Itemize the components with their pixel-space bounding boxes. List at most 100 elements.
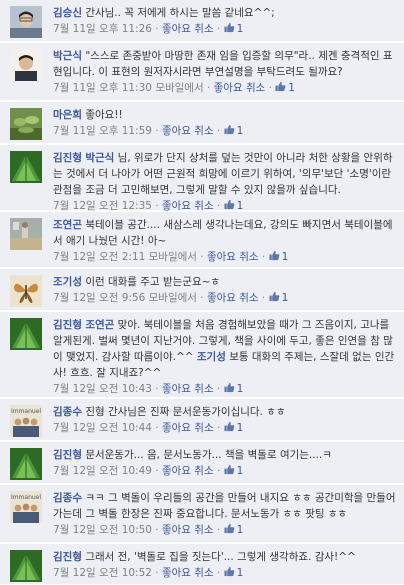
mention-link[interactable]: 조연곤	[85, 319, 114, 331]
comment-list: 김승신 간사님.. 꼭 저에게 하시는 말씀 같네요^^; 7월 11일 오후 …	[0, 0, 404, 585]
mention-link[interactable]: 조기성	[197, 351, 226, 363]
like-count[interactable]: 1	[224, 421, 243, 434]
comment-text: 김종수 진형 간사님은 진짜 문서운동가이십니다. ㅎㅎ	[53, 406, 286, 418]
comment-meta: 7월 12일 오전 10:50 · 좋아요 취소 · 1	[53, 523, 244, 536]
thumbs-up-icon	[224, 124, 235, 135]
thumbs-up-icon	[224, 523, 235, 534]
unlike-link[interactable]: 좋아요 취소	[162, 465, 214, 477]
timestamp[interactable]: 7월 12일 오전 10:44	[53, 422, 152, 434]
comment-text: 김진형 그래서 전, '벽돌로 집을 짓는다'... 그렇게 생각하죠. 감사!…	[53, 551, 356, 563]
comment-author[interactable]: 김진형	[53, 551, 82, 563]
unlike-link[interactable]: 좋아요 취소	[207, 251, 259, 263]
avatar[interactable]	[10, 6, 42, 38]
like-count[interactable]: 1	[224, 566, 243, 579]
comment-meta: 7월 12일 오전 10:52 · 좋아요 취소 · 1	[53, 566, 244, 579]
comment-meta: 7월 11일 오후 11:26 · 좋아요 취소 · 1	[53, 22, 244, 35]
avatar[interactable]	[10, 318, 42, 350]
like-count[interactable]: 1	[275, 81, 295, 94]
avatar[interactable]	[10, 151, 42, 183]
thumbs-up-icon	[224, 199, 235, 210]
butterfly-photo-icon	[10, 275, 42, 307]
avatar[interactable]	[10, 49, 42, 81]
avatar[interactable]	[10, 275, 42, 307]
person-photo-icon	[10, 49, 42, 81]
like-count[interactable]: 1	[269, 250, 288, 263]
comment-item: 마은희 좋아요!! 7월 11일 오후 11:59 · 좋아요 취소 · 1	[0, 102, 404, 144]
comment-author[interactable]: 박근식	[53, 50, 82, 62]
like-count[interactable]: 1	[224, 382, 243, 395]
timestamp[interactable]: 7월 11일 오후 11:30	[53, 82, 152, 94]
comment-text: 김진형 박근식 님, 위로가 단지 상처를 덮는 것만이 아니라 처한 상황을 …	[53, 152, 393, 196]
comment-author[interactable]: 김승신	[53, 7, 82, 19]
comment-author[interactable]: 김종수	[53, 406, 82, 418]
comment-meta: 7월 11일 오후 11:30 모바일에서 · 좋아요 취소 · 1	[53, 81, 295, 94]
like-count[interactable]: 1	[224, 22, 243, 35]
comment-text: 마은희 좋아요!!	[53, 109, 123, 121]
unlike-link[interactable]: 좋아요 취소	[214, 82, 266, 94]
avatar[interactable]	[10, 108, 42, 140]
comment-text: 김진형 조연곤 맞아. 북테이블을 처음 경험해보았을 때가 그 즈음이지, 고…	[53, 319, 395, 379]
group-photo-caption: Immanuel	[11, 494, 41, 501]
like-count[interactable]: 1	[224, 124, 243, 137]
leaf-photo-icon	[10, 318, 42, 350]
timestamp[interactable]: 7월 11일 오후 11:59	[53, 125, 152, 137]
like-count[interactable]: 1	[224, 464, 243, 477]
like-count[interactable]: 1	[224, 199, 243, 212]
plant-photo-icon	[10, 108, 42, 140]
unlike-link[interactable]: 좋아요 취소	[162, 524, 214, 536]
comment-item: 김진형 조연곤 맞아. 북테이블을 처음 경험해보았을 때가 그 즈음이지, 고…	[0, 312, 404, 398]
unlike-link[interactable]: 좋아요 취소	[162, 125, 214, 137]
unlike-link[interactable]: 좋아요 취소	[162, 422, 214, 434]
comment-text: 김승신 간사님.. 꼭 저에게 하시는 말씀 같네요^^;	[53, 7, 275, 19]
thumbs-up-icon	[269, 250, 279, 261]
timestamp[interactable]: 7월 12일 오전 10:49	[53, 465, 152, 477]
comment-meta: 7월 12일 오전 10:44 · 좋아요 취소 · 1	[53, 421, 244, 434]
comment-author[interactable]: 김종수	[53, 492, 82, 504]
like-count[interactable]: 1	[224, 523, 243, 536]
unlike-link[interactable]: 좋아요 취소	[162, 567, 214, 579]
timestamp[interactable]: 7월 12일 오전 10:52	[53, 567, 152, 579]
comment-author[interactable]: 조기성	[53, 276, 82, 288]
comment-item: 김승신 간사님.. 꼭 저에게 하시는 말씀 같네요^^; 7월 11일 오후 …	[0, 0, 404, 42]
group-photo-icon: Immanuel	[10, 405, 42, 437]
comment-author[interactable]: 조연곤	[53, 219, 82, 231]
comment-item: 조연곤 북테이블 공간.... 새삼스레 생각나는데요, 강의도 빠지면서 북테…	[0, 212, 404, 268]
unlike-link[interactable]: 좋아요 취소	[207, 292, 259, 304]
mention-link[interactable]: 박근식	[85, 152, 114, 164]
thumbs-up-icon	[224, 566, 235, 577]
avatar[interactable]: Immanuel	[10, 405, 42, 437]
group-photo-icon: Immanuel	[10, 491, 42, 523]
comment-text: 박근식 "스스로 존중받아 마땅한 존재 임을 입증할 의무"라.. 제겐 충격…	[53, 50, 393, 78]
comment-author[interactable]: 김진형	[53, 449, 82, 461]
unlike-link[interactable]: 좋아요 취소	[162, 383, 214, 395]
comment-item: 김진형 그래서 전, '벽돌로 집을 짓는다'... 그렇게 생각하죠. 감사!…	[0, 544, 404, 585]
avatar[interactable]: Immanuel	[10, 491, 42, 523]
thumbs-up-icon	[269, 291, 279, 302]
via-label: 모바일에서	[148, 292, 197, 304]
comment-item: 김진형 박근식 님, 위로가 단지 상처를 덮는 것만이 아니라 처한 상황을 …	[0, 145, 404, 212]
comment-author[interactable]: 마은희	[53, 109, 82, 121]
comment-item: Immanuel 김종수 ㅋㅋ 그 벽돌이 우리들의 공간을 만들어 내지요 ㅎ…	[0, 485, 404, 543]
comment-item: 박근식 "스스로 존중받아 마땅한 존재 임을 입증할 의무"라.. 제겐 충격…	[0, 43, 404, 101]
leaf-photo-icon	[10, 151, 42, 183]
comment-author[interactable]: 김진형	[53, 152, 82, 164]
room-photo-icon	[10, 218, 42, 250]
timestamp[interactable]: 7월 12일 오전 2:11	[53, 251, 145, 263]
timestamp[interactable]: 7월 12일 오전 9:56	[53, 292, 145, 304]
timestamp[interactable]: 7월 12일 오전 10:43	[53, 383, 152, 395]
comment-author[interactable]: 김진형	[53, 319, 82, 331]
avatar[interactable]	[10, 550, 42, 582]
timestamp[interactable]: 7월 12일 오전 10:50	[53, 524, 152, 536]
like-count[interactable]: 1	[269, 291, 288, 304]
timestamp[interactable]: 7월 12일 오전 12:35	[53, 200, 152, 212]
leaf-photo-icon	[10, 550, 42, 582]
timestamp[interactable]: 7월 11일 오후 11:26	[53, 23, 152, 35]
thumbs-up-icon	[224, 22, 235, 33]
unlike-link[interactable]: 좋아요 취소	[162, 200, 214, 212]
comment-item: 김진형 문서운동가... 음, 문서노동가... 책을 벽돌로 여기는....ㅋ…	[0, 442, 404, 484]
comment-text: 조기성 이런 대화를 주고 받는군요~ㅎ	[53, 276, 221, 288]
thumbs-up-icon	[275, 81, 286, 92]
avatar[interactable]	[10, 218, 42, 250]
unlike-link[interactable]: 좋아요 취소	[162, 23, 214, 35]
avatar[interactable]	[10, 448, 42, 480]
